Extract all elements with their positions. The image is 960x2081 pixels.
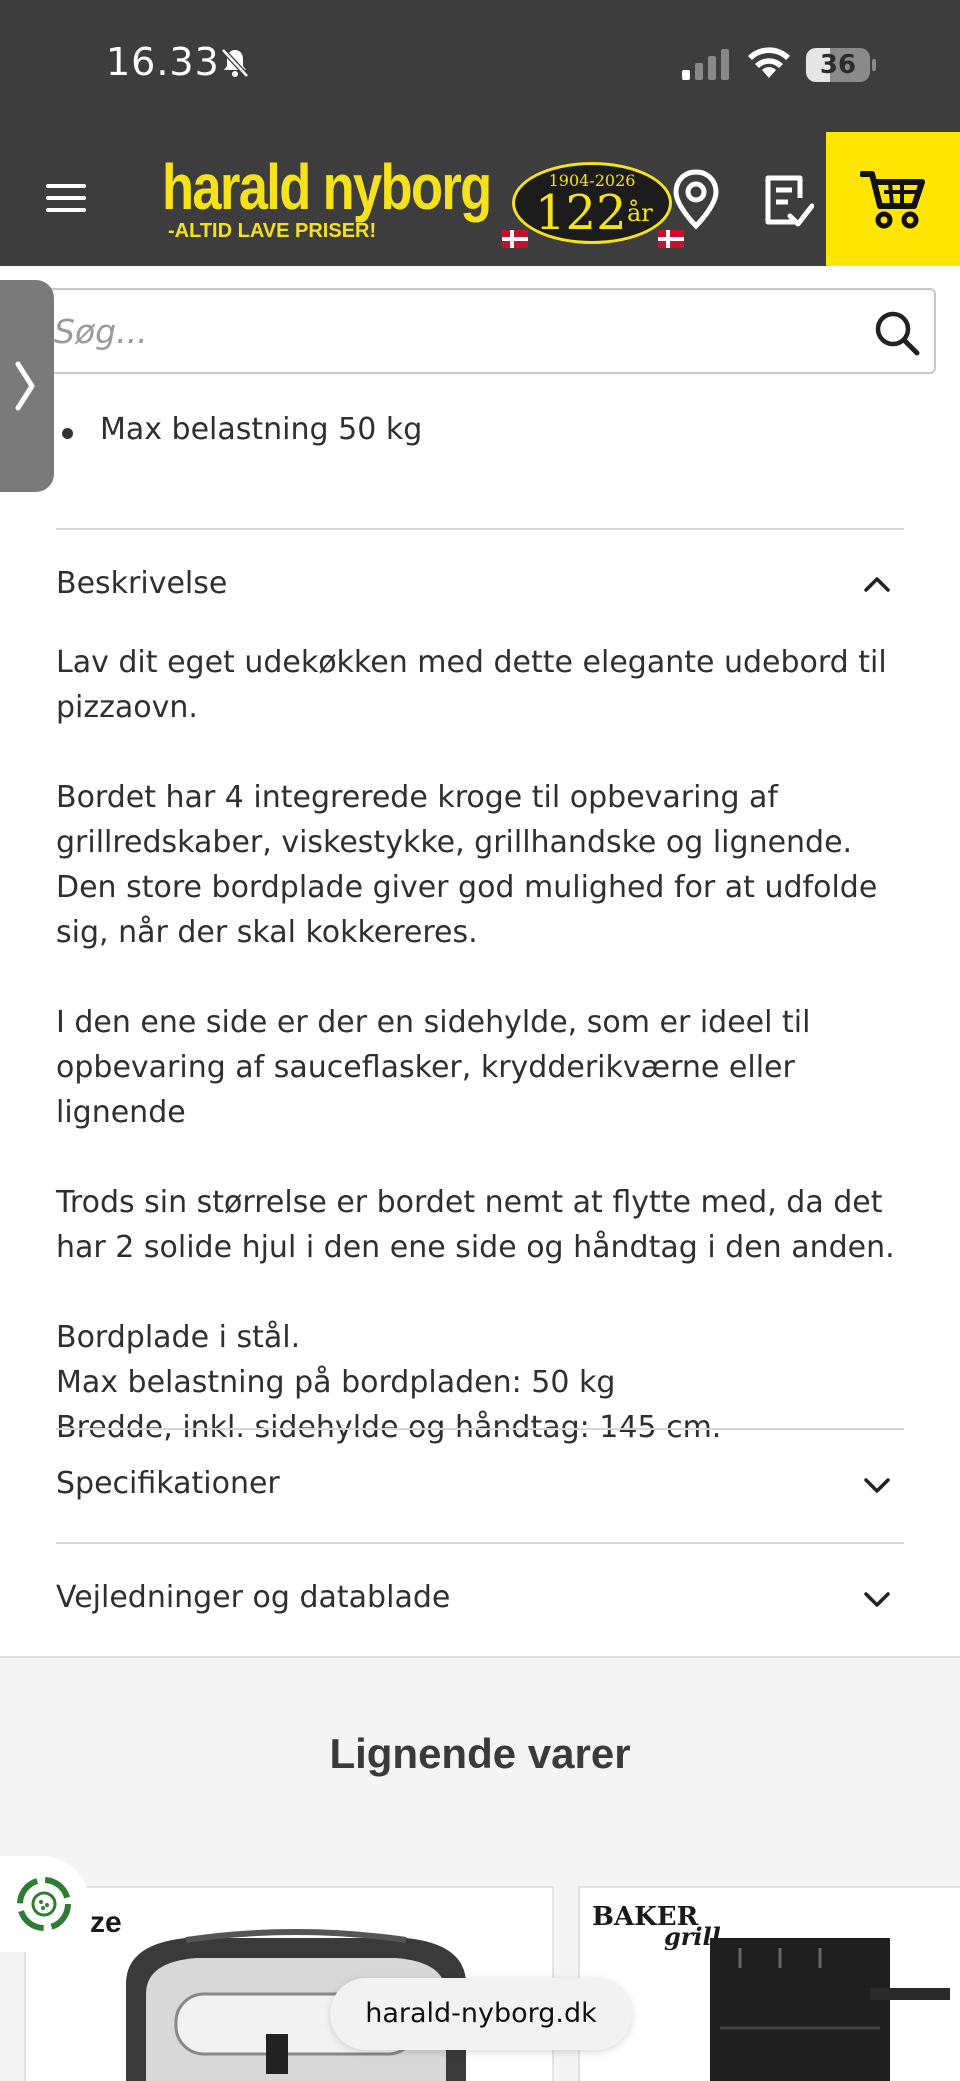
accordion-description-toggle[interactable]: Beskrivelse: [56, 530, 904, 640]
danish-flag-icon: [502, 230, 528, 248]
side-drawer-toggle[interactable]: [0, 280, 54, 492]
accordion-specs-toggle[interactable]: Specifikationer: [56, 1430, 904, 1540]
browser-url-bar[interactable]: harald-nyborg.dk: [330, 1978, 632, 2050]
product-image: [710, 1938, 950, 2081]
bullet-text: Max belastning 50 kg: [100, 412, 423, 447]
battery-indicator: 36: [806, 48, 876, 82]
logo-tagline: -ALTID LAVE PRISER!: [168, 220, 377, 242]
bell-muted-icon: [221, 48, 249, 78]
wifi-icon: [748, 47, 790, 78]
badge-suffix: år: [627, 199, 653, 227]
list-item: Max belastning 50 kg: [56, 408, 904, 458]
signal-icon: [682, 49, 729, 80]
status-bar: 16.33 36: [0, 0, 960, 132]
search-bar: Søg...: [0, 266, 960, 384]
shopping-cart-icon: [860, 171, 925, 229]
chevron-right-icon: [15, 361, 35, 411]
description-paragraph: Trods sin størrelse er bordet nemt at fl…: [56, 1185, 895, 1265]
bullet-dot: [62, 428, 73, 439]
accordion-specs-label: Specifikationer: [56, 1466, 280, 1501]
description-body: Lav dit eget udekøkken med dette elegant…: [56, 640, 904, 1450]
badge-number: 122: [535, 185, 627, 241]
site-logo[interactable]: harald nyborg -ALTID LAVE PRISER! 1904-2…: [160, 150, 700, 250]
description-paragraph: Bordet har 4 integrerede kroge til opbev…: [56, 780, 878, 950]
location-pin-icon[interactable]: [668, 168, 724, 230]
status-time: 16.33: [106, 40, 220, 84]
accordion-description-label: Beskrivelse: [56, 566, 228, 601]
search-placeholder: Søg...: [54, 312, 148, 351]
hamburger-menu-icon[interactable]: [44, 178, 88, 218]
chevron-up-icon: [864, 577, 890, 592]
battery-level: 36: [819, 50, 857, 80]
description-paragraph: Lav dit eget udekøkken med dette elegant…: [56, 645, 887, 725]
logo-name: harald nyborg: [162, 151, 492, 223]
danish-flag-icon: [658, 230, 684, 248]
chevron-down-icon: [864, 1592, 890, 1607]
anniversary-badge: 1904-2026 122 år: [512, 162, 672, 244]
cart-button[interactable]: [826, 132, 960, 266]
product-card[interactable]: BAKER grill: [578, 1886, 960, 2081]
recycle-leaf-icon: [17, 1877, 71, 1931]
accordion-guides-label: Vejledninger og datablade: [56, 1580, 451, 1615]
related-title: Lignende varer: [329, 1730, 631, 1777]
chevron-down-icon: [864, 1478, 890, 1493]
accordion-guides-toggle[interactable]: Vejledninger og datablade: [56, 1544, 904, 1654]
url-text: harald-nyborg.dk: [365, 1998, 597, 2029]
search-icon[interactable]: [872, 308, 922, 358]
site-header: harald nyborg -ALTID LAVE PRISER! 1904-2…: [0, 132, 960, 266]
description-paragraph: I den ene side er der en sidehylde, som …: [56, 1005, 811, 1130]
search-input[interactable]: Søg...: [24, 288, 936, 374]
shopping-list-icon[interactable]: [760, 172, 814, 230]
